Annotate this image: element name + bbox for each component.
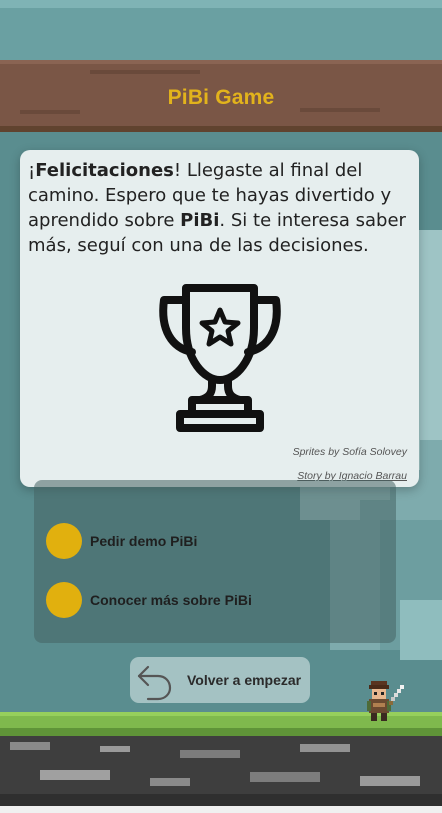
- wood-grain: [90, 70, 200, 74]
- option-label: Conocer más sobre PiBi: [90, 592, 252, 608]
- option-radio[interactable]: [46, 523, 82, 559]
- restart-button[interactable]: Volver a empezar: [130, 657, 310, 703]
- restart-label: Volver a empezar: [187, 672, 302, 688]
- option-request-demo[interactable]: Pedir demo PiBi: [46, 523, 197, 559]
- option-learn-more[interactable]: Conocer más sobre PiBi: [46, 582, 252, 618]
- message-bold-text: PiBi: [180, 210, 220, 231]
- sprites-credit: Sprites by Sofía Solovey: [292, 446, 407, 458]
- wood-grain: [20, 110, 80, 114]
- congrats-message: ¡Felicitaciones! Llegaste al final del c…: [28, 158, 413, 258]
- message-card: ¡Felicitaciones! Llegaste al final del c…: [20, 150, 419, 487]
- option-radio[interactable]: [46, 582, 82, 618]
- trophy-icon: [159, 284, 281, 432]
- message-bold-text: Felicitaciones: [35, 160, 174, 181]
- undo-arrow-icon: [137, 665, 172, 701]
- decision-options: Pedir demo PiBi Conocer más sobre PiBi: [34, 480, 396, 643]
- player-character-sprite: [367, 681, 404, 721]
- option-label: Pedir demo PiBi: [90, 533, 198, 549]
- page-title: PiBi Game: [167, 86, 275, 109]
